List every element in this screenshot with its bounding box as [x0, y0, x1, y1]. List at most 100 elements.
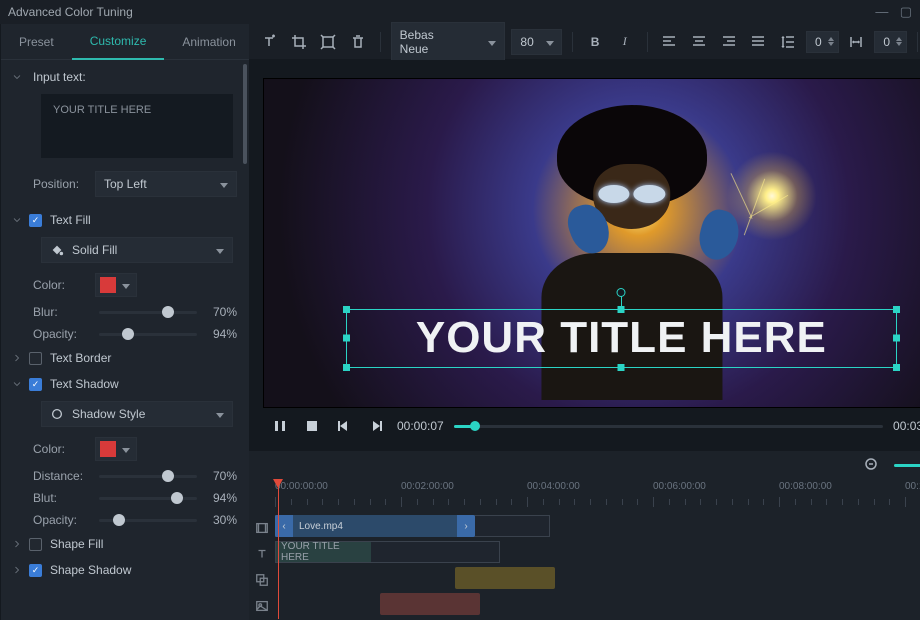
chevron-down-icon — [488, 35, 496, 49]
zoom-slider[interactable] — [894, 464, 920, 467]
text-shadow-color-swatch[interactable] — [95, 437, 137, 461]
resize-handle-br[interactable] — [893, 364, 900, 371]
section-shape-shadow-label: Shape Shadow — [50, 563, 131, 577]
paint-bucket-icon — [50, 243, 64, 257]
resize-handle-tr[interactable] — [893, 306, 900, 313]
text-fill-checkbox[interactable] — [29, 214, 42, 227]
tab-preset[interactable]: Preset — [1, 24, 72, 60]
customize-scroll[interactable]: Input text: Position: Top Left Text Fill — [1, 60, 249, 620]
stepper-down-icon[interactable] — [828, 42, 834, 46]
preview-canvas[interactable]: YOUR TITLE HERE — [263, 78, 920, 408]
current-time: 00:00:07 — [397, 419, 444, 433]
text-shadow-checkbox[interactable] — [29, 378, 42, 391]
section-shape-fill-header[interactable]: Shape Fill — [1, 531, 249, 557]
delete-icon[interactable] — [346, 30, 370, 54]
section-input-text-header[interactable]: Input text: — [1, 64, 249, 90]
font-select[interactable]: Bebas Neue — [391, 22, 506, 62]
italic-icon[interactable]: I — [613, 30, 637, 54]
playback-bar: 00:00:07 00:03:07 — [263, 408, 920, 444]
text-shadow-blur-slider[interactable] — [99, 497, 197, 500]
overlay-track-icon[interactable] — [249, 567, 275, 593]
stop-icon[interactable] — [301, 415, 323, 437]
position-select[interactable]: Top Left — [95, 171, 237, 197]
text-fill-opacity-row: Opacity: 94% — [1, 323, 249, 345]
video-track-icon[interactable] — [249, 515, 275, 541]
bold-icon[interactable]: B — [583, 30, 607, 54]
resize-handle-tm[interactable] — [618, 306, 625, 313]
text-fill-blur-row: Blur: 70% — [1, 301, 249, 323]
minimize-icon[interactable]: — — [875, 4, 888, 19]
text-track-icon[interactable] — [249, 541, 275, 567]
shape-shadow-checkbox[interactable] — [29, 564, 42, 577]
align-center-icon[interactable] — [687, 30, 711, 54]
crop-icon[interactable] — [287, 30, 311, 54]
pause-icon[interactable] — [269, 415, 291, 437]
shadow-style-select[interactable]: Shadow Style — [41, 401, 233, 427]
section-text-shadow-header[interactable]: Text Shadow — [1, 371, 249, 397]
stepper-down-icon[interactable] — [896, 42, 902, 46]
section-text-fill-header[interactable]: Text Fill — [1, 207, 249, 233]
timeline-ruler[interactable]: 00:00:00:0000:02:00:0000:04:00:0000:06:0… — [275, 479, 920, 515]
resize-handle-mr[interactable] — [893, 335, 900, 342]
section-shape-shadow-header[interactable]: Shape Shadow — [1, 557, 249, 583]
position-label: Position: — [33, 177, 89, 191]
line-spacing-icon[interactable] — [776, 30, 800, 54]
text-shadow-distance-slider[interactable] — [99, 475, 197, 478]
shadow-icon — [50, 407, 64, 421]
ruler-label: 00:02:00:00 — [401, 481, 454, 492]
title-text-overlay[interactable]: YOUR TITLE HERE — [416, 313, 827, 363]
track-type-icons — [249, 479, 275, 620]
transform-icon[interactable] — [316, 30, 340, 54]
letter-spacing-icon[interactable] — [845, 30, 869, 54]
resize-handle-tl[interactable] — [343, 306, 350, 313]
resize-handle-bm[interactable] — [618, 364, 625, 371]
progress-thumb[interactable] — [470, 421, 480, 431]
stepper-up-icon[interactable] — [828, 37, 834, 41]
prev-frame-icon[interactable] — [333, 415, 355, 437]
resize-handle-bl[interactable] — [343, 364, 350, 371]
add-text-icon[interactable] — [257, 30, 281, 54]
chevron-right-icon — [11, 564, 23, 576]
text-fill-blur-slider[interactable] — [99, 311, 197, 314]
tab-customize[interactable]: Customize — [72, 24, 165, 60]
title-bounding-box[interactable]: YOUR TITLE HERE — [346, 309, 897, 368]
rotate-handle[interactable] — [617, 288, 626, 297]
clip-video[interactable]: ‹ Love.mp4 › — [275, 515, 475, 537]
timeline-main[interactable]: 00:00:00:0000:02:00:0000:04:00:0000:06:0… — [275, 479, 920, 620]
text-fill-color-swatch[interactable] — [95, 273, 137, 297]
align-left-icon[interactable] — [658, 30, 682, 54]
titlebar: Advanced Color Tuning — ▢ — [0, 0, 920, 24]
next-frame-icon[interactable] — [365, 415, 387, 437]
spacing-value-1[interactable]: 0 — [806, 31, 839, 53]
progress-bar[interactable] — [454, 425, 883, 428]
text-border-checkbox[interactable] — [29, 352, 42, 365]
section-text-border-header[interactable]: Text Border — [1, 345, 249, 371]
align-right-icon[interactable] — [717, 30, 741, 54]
text-fill-opacity-slider[interactable] — [99, 333, 197, 336]
left-panel: Preset Customize Animation Input text: P… — [0, 24, 249, 620]
scrollbar-thumb[interactable] — [243, 64, 247, 164]
tab-animation[interactable]: Animation — [164, 24, 253, 60]
chevron-down-icon — [216, 243, 224, 257]
font-size-select[interactable]: 80 — [511, 29, 562, 55]
image-track-icon[interactable] — [249, 593, 275, 619]
shape-fill-checkbox[interactable] — [29, 538, 42, 551]
clip-image[interactable] — [380, 593, 480, 615]
fill-type-select[interactable]: Solid Fill — [41, 237, 233, 263]
text-toolbar: Bebas Neue 80 B I 0 0 — [249, 24, 920, 60]
clip-trim-right[interactable]: › — [457, 515, 475, 537]
clip-overlay[interactable] — [455, 567, 555, 589]
timeline-body: 00:00:00:0000:02:00:0000:04:00:0000:06:0… — [249, 479, 920, 620]
zoom-out-icon[interactable] — [860, 453, 884, 477]
text-shadow-color-row: Color: — [1, 433, 249, 465]
stepper-up-icon[interactable] — [896, 37, 902, 41]
maximize-icon[interactable]: ▢ — [900, 4, 912, 19]
resize-handle-ml[interactable] — [343, 335, 350, 342]
input-text-field[interactable] — [41, 94, 233, 158]
align-justify-icon[interactable] — [747, 30, 771, 54]
chevron-down-icon — [546, 35, 554, 49]
playhead[interactable] — [278, 479, 279, 619]
spacing-value-2[interactable]: 0 — [874, 31, 907, 53]
color-label: Color: — [33, 442, 89, 456]
text-shadow-opacity-slider[interactable] — [99, 519, 197, 522]
